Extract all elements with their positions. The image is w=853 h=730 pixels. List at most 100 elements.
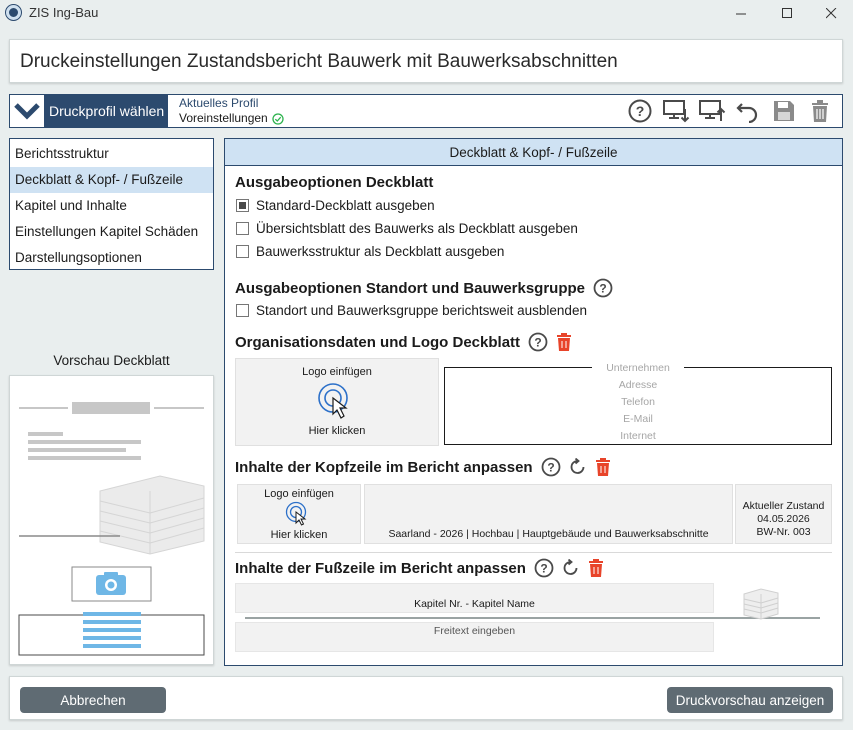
maximize-button[interactable] — [764, 0, 810, 26]
help-icon[interactable]: ? — [541, 457, 561, 477]
option-structure-cover[interactable]: Bauwerksstruktur als Deckblatt ausgeben — [236, 244, 504, 259]
header-center-label: Saarland - 2026 | Hochbau | Hauptgebäude… — [388, 528, 709, 540]
check-circle-icon — [272, 112, 284, 125]
checkbox[interactable] — [236, 222, 249, 235]
click-cursor-icon — [318, 383, 348, 419]
building-icon — [99, 475, 205, 555]
nav-item-darstellung[interactable]: Darstellungsoptionen — [10, 245, 213, 271]
org-address-field[interactable]: Adresse — [445, 377, 831, 394]
download-profile-icon[interactable] — [662, 98, 690, 124]
select-profile-button[interactable]: Druckprofil wählen — [10, 95, 168, 127]
option-label: Übersichtsblatt des Bauwerks als Deckbla… — [256, 221, 578, 236]
section-location-options: Ausgabeoptionen Standort und Bauwerksgru… — [235, 278, 613, 298]
app-icon — [6, 5, 21, 20]
option-overview-cover[interactable]: Übersichtsblatt des Bauwerks als Deckbla… — [236, 221, 578, 236]
reset-icon[interactable] — [569, 458, 587, 476]
svg-text:?: ? — [534, 336, 541, 350]
section-header-content: Inhalte der Kopfzeile im Bericht anpasse… — [235, 457, 611, 477]
logo-click-label: Hier klicken — [270, 529, 328, 541]
settings-nav: Berichtsstruktur Deckblatt & Kopf- / Fuß… — [9, 138, 214, 270]
save-icon[interactable] — [770, 98, 798, 124]
section-title: Ausgabeoptionen Standort und Bauwerksgru… — [235, 279, 586, 297]
logo-click-label: Hier klicken — [308, 425, 366, 437]
footer-free-text-input[interactable]: Freitext eingeben — [235, 622, 714, 652]
help-icon[interactable]: ? — [534, 558, 554, 578]
header-center-text[interactable]: Saarland - 2026 | Hochbau | Hauptgebäude… — [364, 484, 733, 544]
minimize-icon — [735, 13, 746, 14]
checkbox[interactable] — [236, 199, 249, 212]
svg-text:?: ? — [540, 562, 547, 576]
option-label: Standard-Deckblatt ausgeben — [256, 198, 435, 213]
current-profile-label: Aktuelles Profil — [179, 96, 259, 110]
help-icon[interactable]: ? — [626, 98, 654, 124]
maximize-icon — [781, 7, 792, 18]
header-date-label: 04.05.2026 — [757, 513, 810, 525]
section-title: Inhalte der Fußzeile im Bericht anpassen — [235, 559, 526, 577]
chevron-down-icon — [10, 95, 44, 127]
cover-logo-upload[interactable]: Logo einfügen Hier klicken — [235, 358, 439, 446]
upload-profile-icon[interactable] — [698, 98, 726, 124]
option-standard-cover[interactable]: Standard-Deckblatt ausgeben — [236, 198, 435, 213]
window-title-bar: ZIS Ing-Bau — [0, 0, 853, 26]
section-cover-options: Ausgabeoptionen Deckblatt — [235, 174, 433, 191]
dialog-footer: Abbrechen Druckvorschau anzeigen — [9, 676, 843, 720]
settings-panel: Deckblatt & Kopf- / Fußzeile Ausgabeopti… — [224, 138, 843, 666]
cancel-button[interactable]: Abbrechen — [20, 687, 166, 713]
panel-title: Deckblatt & Kopf- / Fußzeile — [225, 139, 842, 166]
section-org-data: Organisationsdaten und Logo Deckblatt ? — [235, 332, 572, 352]
preview-title: Vorschau Deckblatt — [53, 353, 170, 368]
header-number-label: BW-Nr. 003 — [756, 526, 811, 538]
header-logo-upload[interactable]: Logo einfügen Hier klicken — [237, 484, 361, 544]
help-icon[interactable]: ? — [528, 332, 548, 352]
delete-icon[interactable] — [556, 333, 572, 351]
nav-item-deckblatt[interactable]: Deckblatt & Kopf- / Fußzeile — [10, 167, 213, 193]
select-profile-label: Druckprofil wählen — [49, 103, 165, 119]
org-internet-field[interactable]: Internet — [445, 428, 831, 445]
nav-item-kapitel[interactable]: Kapitel und Inhalte — [10, 193, 213, 219]
current-profile-value: Voreinstellungen — [179, 111, 268, 125]
dialog-header: Druckeinstellungen Zustandsbericht Bauwe… — [9, 39, 843, 83]
print-preview-button[interactable]: Druckvorschau anzeigen — [667, 687, 833, 713]
org-email-field[interactable]: E-Mail — [445, 411, 831, 428]
org-company-field[interactable]: Unternehmen — [592, 360, 684, 377]
section-footer-content: Inhalte der Fußzeile im Bericht anpassen… — [235, 558, 604, 578]
svg-text:?: ? — [547, 461, 554, 475]
camera-icon — [96, 572, 126, 595]
undo-icon[interactable] — [734, 98, 762, 124]
footer-chapter-text[interactable]: Kapitel Nr. - Kapitel Name — [235, 583, 714, 613]
section-title: Ausgabeoptionen Deckblatt — [235, 174, 434, 191]
delete-icon[interactable] — [588, 559, 604, 577]
header-right-text[interactable]: Aktueller Zustand 04.05.2026 BW-Nr. 003 — [735, 484, 832, 544]
minimize-button[interactable] — [718, 0, 764, 26]
footer-divider — [245, 617, 820, 619]
logo-insert-label: Logo einfügen — [302, 366, 372, 378]
divider — [235, 552, 832, 553]
footer-chapter-label: Kapitel Nr. - Kapitel Name — [414, 598, 535, 610]
close-button[interactable] — [808, 0, 853, 26]
cover-preview — [9, 375, 214, 665]
option-label: Bauwerksstruktur als Deckblatt ausgeben — [256, 244, 505, 259]
checkbox[interactable] — [236, 245, 249, 258]
section-title: Inhalte der Kopfzeile im Bericht anpasse… — [235, 458, 533, 476]
profile-bar: Druckprofil wählen Aktuelles Profil Vore… — [9, 94, 843, 128]
option-hide-location[interactable]: Standort und Bauwerksgruppe berichtsweit… — [236, 303, 587, 318]
organisation-data-box[interactable]: Unternehmen Adresse Telefon E-Mail Inter… — [444, 360, 832, 445]
window-title: ZIS Ing-Bau — [29, 5, 99, 20]
building-icon — [743, 588, 779, 620]
section-title: Organisationsdaten und Logo Deckblatt — [235, 333, 521, 351]
org-phone-field[interactable]: Telefon — [445, 394, 831, 411]
nav-item-berichtsstruktur[interactable]: Berichtsstruktur — [10, 141, 213, 167]
svg-text:?: ? — [599, 282, 606, 296]
nav-item-schaeden[interactable]: Einstellungen Kapitel Schäden — [10, 219, 213, 245]
svg-text:?: ? — [636, 103, 645, 119]
footer-free-text-placeholder: Freitext eingeben — [433, 625, 516, 637]
click-cursor-icon — [285, 501, 307, 526]
delete-icon[interactable] — [595, 458, 611, 476]
close-icon — [825, 7, 836, 18]
logo-insert-label: Logo einfügen — [264, 488, 334, 500]
delete-icon[interactable] — [806, 98, 834, 124]
checkbox[interactable] — [236, 304, 249, 317]
help-icon[interactable]: ? — [593, 278, 613, 298]
profile-toolbar: ? — [626, 98, 834, 124]
reset-icon[interactable] — [562, 559, 580, 577]
